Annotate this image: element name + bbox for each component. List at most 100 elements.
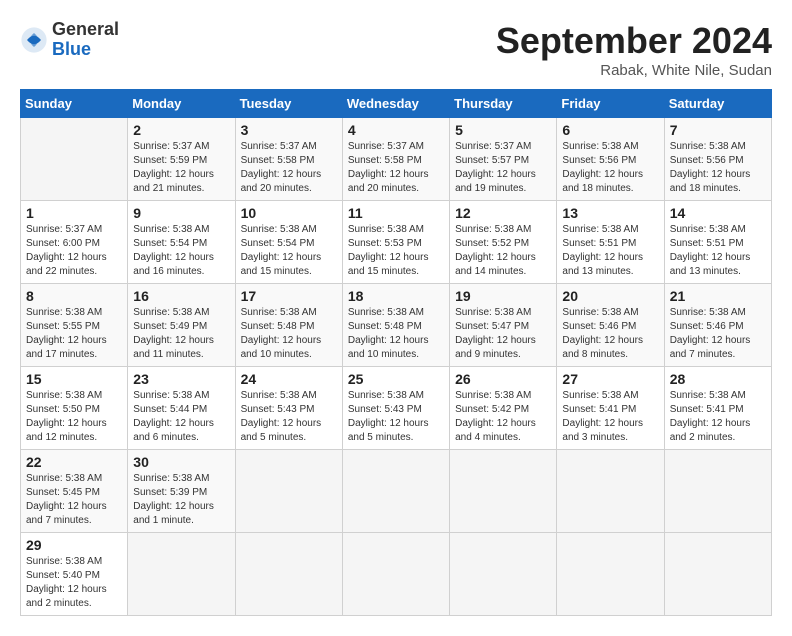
calendar-cell xyxy=(21,118,128,201)
calendar-cell: 13Sunrise: 5:38 AMSunset: 5:51 PMDayligh… xyxy=(557,201,664,284)
day-info: Sunrise: 5:38 AMSunset: 5:54 PMDaylight:… xyxy=(241,223,337,279)
day-number: 27 xyxy=(562,371,658,387)
day-number: 8 xyxy=(26,288,122,304)
day-number: 21 xyxy=(670,288,766,304)
day-number: 12 xyxy=(455,205,551,221)
weekday-header: Sunday xyxy=(21,90,128,118)
calendar-cell: 4Sunrise: 5:37 AMSunset: 5:58 PMDaylight… xyxy=(342,118,449,201)
day-info: Sunrise: 5:38 AMSunset: 5:45 PMDaylight:… xyxy=(26,472,122,528)
day-info: Sunrise: 5:38 AMSunset: 5:48 PMDaylight:… xyxy=(348,306,444,362)
calendar-row: 29 Sunrise: 5:38 AMSunset: 5:40 PMDayligh… xyxy=(21,533,772,616)
calendar-cell xyxy=(664,533,771,616)
calendar-cell: 15Sunrise: 5:38 AMSunset: 5:50 PMDayligh… xyxy=(21,367,128,450)
calendar-row: 22 Sunrise: 5:38 AMSunset: 5:45 PMDayligh… xyxy=(21,450,772,533)
day-info: Sunrise: 5:38 AMSunset: 5:51 PMDaylight:… xyxy=(562,223,658,279)
calendar-cell: 6 Sunrise: 5:38 AMSunset: 5:56 PMDaylight… xyxy=(557,118,664,201)
calendar-cell: 8 Sunrise: 5:38 AMSunset: 5:55 PMDaylight… xyxy=(21,284,128,367)
calendar-cell xyxy=(664,450,771,533)
calendar-cell xyxy=(557,450,664,533)
calendar-cell: 23 Sunrise: 5:38 AMSunset: 5:44 PMDayligh… xyxy=(128,367,235,450)
day-number: 20 xyxy=(562,288,658,304)
calendar-cell: 2Sunrise: 5:37 AMSunset: 5:59 PMDaylight… xyxy=(128,118,235,201)
day-info: Sunrise: 5:38 AMSunset: 5:43 PMDaylight:… xyxy=(241,389,337,445)
day-number: 23 xyxy=(133,371,229,387)
day-number: 6 xyxy=(562,122,658,138)
weekday-header: Saturday xyxy=(664,90,771,118)
day-info: Sunrise: 5:38 AMSunset: 5:50 PMDaylight:… xyxy=(26,389,122,445)
day-info: Sunrise: 5:38 AMSunset: 5:52 PMDaylight:… xyxy=(455,223,551,279)
day-info: Sunrise: 5:38 AMSunset: 5:40 PMDaylight:… xyxy=(26,555,122,611)
month-title: September 2024 xyxy=(496,20,772,62)
day-number: 22 xyxy=(26,454,122,470)
calendar-cell xyxy=(342,533,449,616)
calendar-cell: 7Sunrise: 5:38 AMSunset: 5:56 PMDaylight… xyxy=(664,118,771,201)
calendar-cell: 21 Sunrise: 5:38 AMSunset: 5:46 PMDayligh… xyxy=(664,284,771,367)
calendar-cell xyxy=(342,450,449,533)
day-number: 1 xyxy=(26,205,122,221)
day-info: Sunrise: 5:37 AMSunset: 5:58 PMDaylight:… xyxy=(241,140,337,196)
calendar-cell: 28Sunrise: 5:38 AMSunset: 5:41 PMDayligh… xyxy=(664,367,771,450)
calendar-cell: 3 Sunrise: 5:37 AMSunset: 5:58 PMDaylight… xyxy=(235,118,342,201)
day-info: Sunrise: 5:38 AMSunset: 5:44 PMDaylight:… xyxy=(133,389,229,445)
calendar-table: SundayMondayTuesdayWednesdayThursdayFrid… xyxy=(20,89,772,616)
calendar-cell: 5Sunrise: 5:37 AMSunset: 5:57 PMDaylight… xyxy=(450,118,557,201)
day-number: 4 xyxy=(348,122,444,138)
calendar-cell xyxy=(128,533,235,616)
day-number: 14 xyxy=(670,205,766,221)
day-info: Sunrise: 5:38 AMSunset: 5:56 PMDaylight:… xyxy=(670,140,766,196)
calendar-cell: 22 Sunrise: 5:38 AMSunset: 5:45 PMDayligh… xyxy=(21,450,128,533)
day-number: 11 xyxy=(348,205,444,221)
calendar-cell: 18Sunrise: 5:38 AMSunset: 5:48 PMDayligh… xyxy=(342,284,449,367)
day-number: 26 xyxy=(455,371,551,387)
logo-icon xyxy=(20,26,48,54)
weekday-header: Friday xyxy=(557,90,664,118)
calendar-cell: 26Sunrise: 5:38 AMSunset: 5:42 PMDayligh… xyxy=(450,367,557,450)
day-info: Sunrise: 5:38 AMSunset: 5:46 PMDaylight:… xyxy=(670,306,766,362)
day-number: 10 xyxy=(241,205,337,221)
weekday-header: Tuesday xyxy=(235,90,342,118)
day-number: 17 xyxy=(241,288,337,304)
day-info: Sunrise: 5:38 AMSunset: 5:54 PMDaylight:… xyxy=(133,223,229,279)
title-block: September 2024 Rabak, White Nile, Sudan xyxy=(496,20,772,79)
day-number: 5 xyxy=(455,122,551,138)
day-info: Sunrise: 5:37 AMSunset: 5:59 PMDaylight:… xyxy=(133,140,229,196)
calendar-row: 15Sunrise: 5:38 AMSunset: 5:50 PMDayligh… xyxy=(21,367,772,450)
calendar-cell: 20Sunrise: 5:38 AMSunset: 5:46 PMDayligh… xyxy=(557,284,664,367)
calendar-cell xyxy=(235,533,342,616)
day-number: 16 xyxy=(133,288,229,304)
calendar-cell: 27 Sunrise: 5:38 AMSunset: 5:41 PMDayligh… xyxy=(557,367,664,450)
page-header: General Blue September 2024 Rabak, White… xyxy=(20,20,772,79)
logo-general: General xyxy=(52,19,119,39)
calendar-cell: 17 Sunrise: 5:38 AMSunset: 5:48 PMDayligh… xyxy=(235,284,342,367)
calendar-cell: 11Sunrise: 5:38 AMSunset: 5:53 PMDayligh… xyxy=(342,201,449,284)
weekday-header: Wednesday xyxy=(342,90,449,118)
logo: General Blue xyxy=(20,20,119,60)
calendar-cell: 14 Sunrise: 5:38 AMSunset: 5:51 PMDayligh… xyxy=(664,201,771,284)
day-info: Sunrise: 5:38 AMSunset: 5:55 PMDaylight:… xyxy=(26,306,122,362)
day-info: Sunrise: 5:38 AMSunset: 5:49 PMDaylight:… xyxy=(133,306,229,362)
logo-blue: Blue xyxy=(52,39,91,59)
day-info: Sunrise: 5:38 AMSunset: 5:47 PMDaylight:… xyxy=(455,306,551,362)
day-info: Sunrise: 5:38 AMSunset: 5:56 PMDaylight:… xyxy=(562,140,658,196)
day-number: 9 xyxy=(133,205,229,221)
weekday-header: Thursday xyxy=(450,90,557,118)
calendar-cell xyxy=(450,533,557,616)
day-info: Sunrise: 5:38 AMSunset: 5:41 PMDaylight:… xyxy=(562,389,658,445)
calendar-cell: 25Sunrise: 5:38 AMSunset: 5:43 PMDayligh… xyxy=(342,367,449,450)
calendar-cell: 9 Sunrise: 5:38 AMSunset: 5:54 PMDaylight… xyxy=(128,201,235,284)
day-number: 30 xyxy=(133,454,229,470)
day-info: Sunrise: 5:38 AMSunset: 5:51 PMDaylight:… xyxy=(670,223,766,279)
weekday-header: Monday xyxy=(128,90,235,118)
calendar-cell: 16 Sunrise: 5:38 AMSunset: 5:49 PMDayligh… xyxy=(128,284,235,367)
location: Rabak, White Nile, Sudan xyxy=(496,62,772,79)
day-number: 3 xyxy=(241,122,337,138)
calendar-cell xyxy=(557,533,664,616)
calendar-cell: 24Sunrise: 5:38 AMSunset: 5:43 PMDayligh… xyxy=(235,367,342,450)
day-number: 28 xyxy=(670,371,766,387)
calendar-cell xyxy=(450,450,557,533)
day-info: Sunrise: 5:38 AMSunset: 5:48 PMDaylight:… xyxy=(241,306,337,362)
calendar-cell: 30Sunrise: 5:38 AMSunset: 5:39 PMDayligh… xyxy=(128,450,235,533)
calendar-cell: 1Sunrise: 5:37 AMSunset: 6:00 PMDaylight… xyxy=(21,201,128,284)
calendar-cell: 12 Sunrise: 5:38 AMSunset: 5:52 PMDayligh… xyxy=(450,201,557,284)
day-number: 29 xyxy=(26,537,122,553)
